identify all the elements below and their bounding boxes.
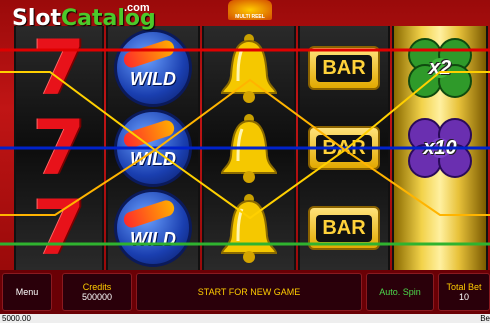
clover-multiplier-x10: x10: [394, 108, 486, 188]
seven-symbol: 7: [32, 23, 86, 112]
game-stage: 7 7 7 WILD WILD WILD BAR BAR BAR x2 x10 …: [0, 0, 490, 270]
total-bet-label: Total Bet: [446, 282, 482, 292]
status-bar: 5000.00 Be: [0, 314, 490, 323]
bar-symbol: BAR: [300, 28, 388, 108]
reel-5: x2 x10: [392, 26, 488, 270]
bell-icon: [204, 188, 294, 268]
wild-symbol: WILD: [108, 188, 198, 268]
status-balance: 5000.00: [2, 314, 31, 323]
clover-multiplier-x2: x2: [394, 28, 486, 108]
bar-symbol: BAR: [300, 188, 388, 268]
start-button[interactable]: START FOR NEW GAME: [136, 273, 362, 311]
bell-icon: [204, 108, 294, 188]
credits-display: Credits 500000: [62, 273, 132, 311]
reel-2: WILD WILD WILD: [106, 26, 200, 270]
reel-4: BAR BAR BAR: [298, 26, 390, 270]
credits-label: Credits: [82, 282, 112, 292]
seven-symbol: 7: [32, 183, 86, 272]
credits-value: 500000: [81, 292, 113, 302]
auto-spin-label: Auto. Spin: [379, 287, 421, 297]
menu-button[interactable]: Menu: [2, 273, 52, 311]
wild-symbol: WILD: [108, 108, 198, 188]
menu-label: Menu: [15, 287, 39, 297]
seven-symbol: 7: [32, 103, 86, 192]
reel-3: [202, 26, 296, 270]
status-bet-label: Be: [480, 314, 490, 323]
total-bet-value: 10: [458, 292, 469, 302]
bell-icon: [204, 28, 294, 108]
bar-symbol: BAR: [300, 108, 388, 188]
reel-1: 7 7 7: [14, 26, 104, 270]
total-bet-control[interactable]: Total Bet 10: [438, 273, 490, 311]
auto-spin-button[interactable]: Auto. Spin: [366, 273, 434, 311]
game-logo: MULTI REEL: [228, 0, 272, 20]
slotcatalog-watermark: SlotCatalog .com: [12, 2, 156, 31]
wild-symbol: WILD: [108, 28, 198, 108]
start-label: START FOR NEW GAME: [197, 287, 301, 297]
